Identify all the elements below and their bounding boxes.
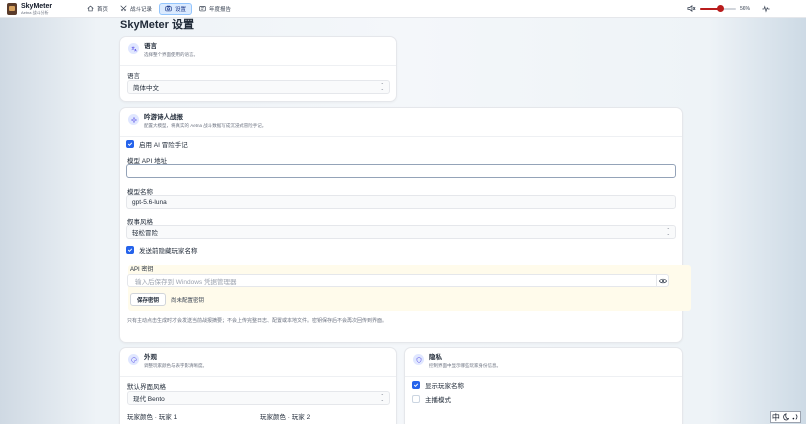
tab-battle-log-label: 战斗记录 — [130, 6, 153, 13]
language-label: 语言 — [127, 73, 140, 80]
ime-indicator[interactable]: 中 — [770, 411, 801, 423]
show-key-button[interactable] — [656, 274, 669, 287]
checkbox-unchecked-icon[interactable] — [412, 395, 420, 403]
bard-card-desc: 配置大模型，将真实的 Aetna 战斗数据写成沉浸式冒险手记。 — [144, 123, 267, 128]
streamer-mode-checkbox[interactable]: 主播模式 — [412, 394, 451, 404]
tab-home[interactable]: 首页 — [82, 3, 113, 15]
home-icon — [87, 5, 94, 12]
tab-annual-report[interactable]: 年度报告 — [194, 3, 236, 15]
volume-control: 56% — [687, 4, 770, 13]
api-key-input[interactable]: 输入后保存到 Windows 凭据管理器 — [127, 274, 669, 287]
ime-mode-label: 中 — [771, 412, 780, 422]
volume-slider-knob[interactable] — [716, 4, 724, 12]
show-player-names-checkbox[interactable]: 显示玩家名称 — [412, 380, 464, 390]
key-status: 尚未配置密钥 — [171, 298, 205, 304]
privacy-note: 只有主动点击生成时才会发送当前战报摘要；不会上传完整日志、配置或本地文件。密钥保… — [127, 318, 388, 324]
player1-color-label: 玩家颜色 · 玩家 1 — [127, 414, 178, 421]
api-url-input[interactable] — [126, 164, 676, 178]
language-select[interactable]: 简体中文 — [127, 80, 390, 94]
player2-color-label: 玩家颜色 · 玩家 2 — [260, 414, 311, 421]
volume-slider[interactable] — [699, 4, 736, 12]
save-key-button[interactable]: 保存密钥 — [130, 293, 166, 306]
pulse-icon[interactable] — [762, 4, 770, 13]
app-logo-icon — [7, 2, 17, 15]
moon-icon — [783, 413, 790, 421]
app-name: SkyMeter — [21, 2, 53, 10]
bard-card-title: 吟游诗人战报 — [144, 114, 183, 121]
appearance-card-desc: 调整玩家颜色与表字影清晰度。 — [144, 363, 207, 368]
ui-style-label: 默认界面风格 — [127, 384, 166, 391]
narrative-style-select[interactable]: 轻松冒险 — [126, 225, 676, 239]
tab-battle-log[interactable]: 战斗记录 — [115, 3, 157, 15]
tab-home-label: 首页 — [97, 6, 109, 13]
palette-icon — [128, 354, 139, 365]
api-key-panel — [128, 265, 691, 311]
speaker-muted-icon[interactable] — [687, 4, 696, 13]
shield-icon — [413, 354, 424, 365]
tab-settings[interactable]: 设置 — [159, 2, 193, 15]
checkbox-checked-icon[interactable] — [126, 246, 134, 254]
language-card-title: 语言 — [144, 43, 157, 50]
punctuation-icon — [792, 414, 798, 420]
privacy-card-title: 隐私 — [429, 354, 442, 361]
eye-icon — [659, 278, 667, 283]
report-icon — [199, 6, 206, 12]
sparkle-icon — [128, 114, 139, 125]
translate-icon — [128, 43, 139, 54]
brand[interactable]: SkyMeter Aetna 战斗分析 — [7, 2, 82, 15]
checkbox-checked-icon[interactable] — [126, 140, 134, 148]
api-key-label: API 密钥 — [130, 267, 154, 273]
main-nav: 首页 战斗记录 设置 年度报告 — [82, 2, 236, 15]
ui-style-select[interactable]: 现代 Bento — [127, 391, 390, 405]
language-card-desc: 选择整个界面使用的语言。 — [144, 52, 198, 57]
model-name-input[interactable]: gpt-5.6-luna — [126, 195, 676, 209]
volume-percent: 56% — [739, 5, 750, 12]
page-title: SkyMeter 设置 — [120, 19, 194, 31]
tab-annual-report-label: 年度报告 — [209, 6, 232, 13]
privacy-card-desc: 控制界面中显示哪些玩家身份信息。 — [429, 363, 501, 368]
checkbox-checked-icon[interactable] — [412, 381, 420, 389]
tab-settings-label: 设置 — [175, 6, 187, 13]
app-subtitle: Aetna 战斗分析 — [21, 9, 49, 15]
hide-player-names-checkbox[interactable]: 发送前隐藏玩家名称 — [126, 245, 198, 255]
enable-ai-checkbox[interactable]: 启用 AI 冒险手记 — [126, 139, 188, 149]
settings-icon — [165, 5, 172, 12]
appearance-card-title: 外观 — [144, 354, 157, 361]
swords-icon — [120, 5, 127, 12]
